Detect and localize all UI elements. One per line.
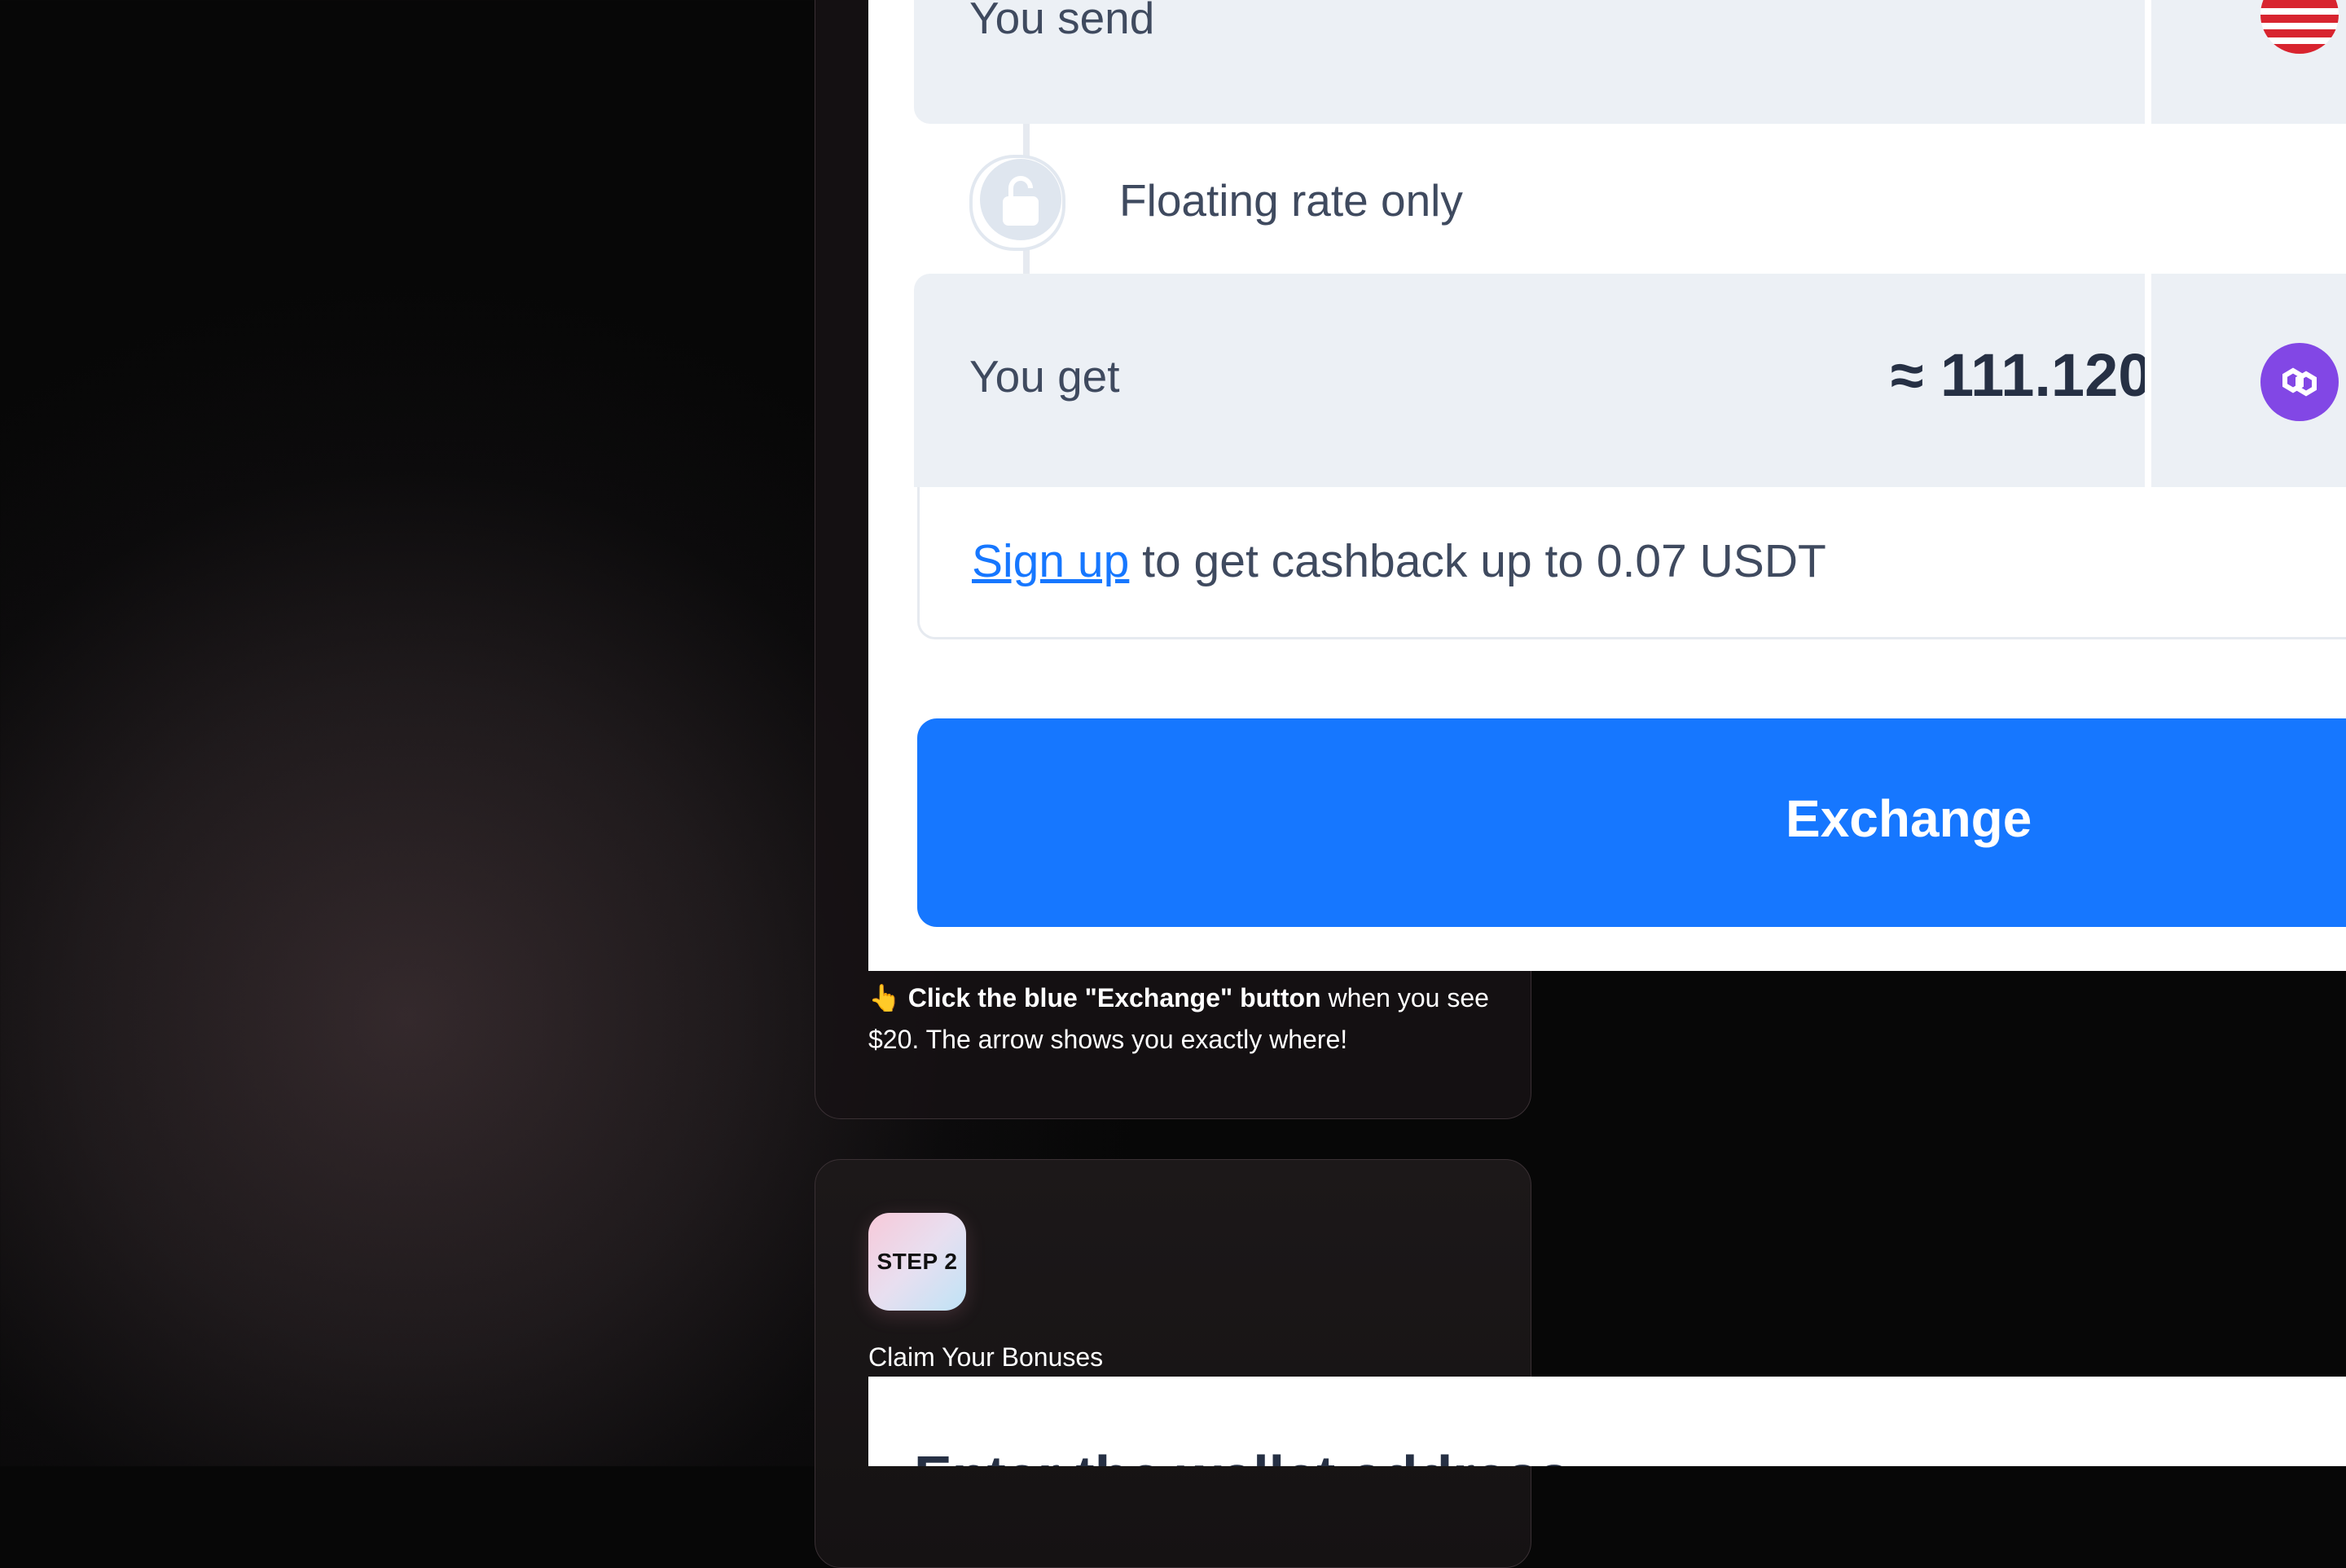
polygon-icon (2260, 343, 2339, 421)
pointing-hand-icon: 👆 (868, 983, 901, 1012)
lock-icon[interactable] (980, 159, 1061, 240)
exchange-button-label: Exchange (1786, 789, 2032, 848)
rate-label: Floating rate only (1119, 175, 1463, 226)
exchange-button[interactable]: Exchange (917, 718, 2346, 927)
wallet-heading: Enter the wallet address (914, 1443, 1570, 1466)
signup-link[interactable]: Sign up (972, 535, 1129, 587)
signup-box: Sign up to get cashback up to 0.07 USDT (917, 487, 2346, 639)
step2-badge: STEP 2 (868, 1213, 966, 1311)
wallet-widget: Enter the wallet address (868, 1377, 2346, 1466)
get-amount-box[interactable]: You get ≈ 111.1208886 (914, 274, 2346, 487)
send-currency-selector[interactable]: U (2151, 0, 2346, 124)
get-label: You get (969, 351, 1120, 402)
exchange-widget: You send 20 U Floating rate only (868, 0, 2346, 971)
us-flag-icon (2260, 0, 2339, 54)
step1-instruction: 👆 Click the blue "Exchange" button when … (868, 977, 1512, 1061)
send-divider (2145, 0, 2151, 124)
get-divider (2145, 274, 2151, 487)
instruction-bold: Click the blue "Exchange" button (907, 983, 1321, 1012)
cashback-text: to get cashback up to 0.07 USDT (1129, 535, 1826, 587)
get-currency-selector[interactable]: P (2151, 274, 2346, 487)
send-amount-box[interactable]: You send 20 (914, 0, 2346, 124)
step2-title: Claim Your Bonuses (868, 1342, 1104, 1372)
send-label: You send (969, 0, 1155, 43)
signup-line: Sign up to get cashback up to 0.07 USDT (972, 534, 1826, 588)
